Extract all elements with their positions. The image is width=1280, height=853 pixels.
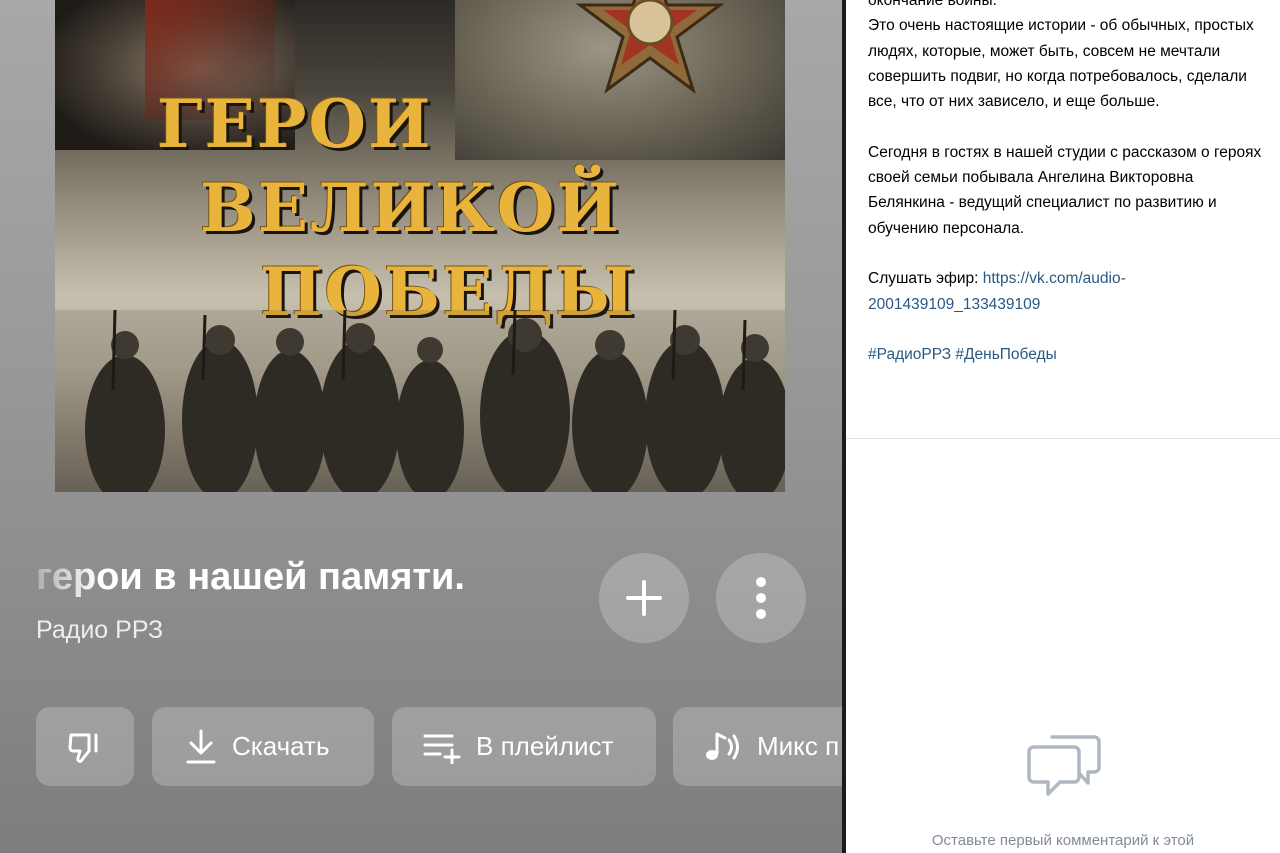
post-text: окончание войны. Это очень настоящие ист…: [868, 0, 1268, 367]
playlist-label: В плейлист: [476, 731, 614, 761]
add-to-library-button[interactable]: [599, 553, 689, 643]
more-vertical-icon: [756, 577, 766, 619]
cover-title-line: ГЕРОИ: [157, 85, 433, 163]
mix-button[interactable]: Микс п: [673, 707, 842, 786]
audio-player-panel: ГЕРОИ ВЕЛИКОЙ ПОБЕДЫ герои в нашей памят…: [0, 0, 842, 853]
track-title: герои в нашей памяти.: [36, 556, 465, 598]
hashtag-link[interactable]: #РадиоРРЗ: [868, 346, 951, 363]
more-options-button[interactable]: [716, 553, 806, 643]
post-text-line: окончание войны.: [868, 0, 997, 9]
post-panel: окончание войны. Это очень настоящие ист…: [846, 0, 1280, 853]
download-icon: [184, 728, 218, 766]
download-label: Скачать: [232, 731, 330, 761]
listen-label: Слушать эфир:: [868, 270, 979, 288]
thumb-down-icon: [65, 727, 105, 767]
post-paragraph: Это очень настоящие истории - об обычных…: [868, 17, 1254, 111]
post-paragraph: Сегодня в гостях в нашей студии с расска…: [868, 143, 1262, 237]
empty-comments-note: Оставьте первый комментарий к этой: [931, 832, 1195, 849]
post-separator: [846, 438, 1280, 439]
mix-label: Микс п: [757, 731, 840, 761]
download-button[interactable]: Скачать: [152, 707, 374, 786]
post-listen-line: Слушать эфир: https://vk.com/audio-20014…: [868, 266, 1268, 317]
playlist-add-icon: [422, 730, 462, 764]
plus-icon: [626, 580, 662, 616]
cover-soldiers-illustration: [55, 310, 785, 492]
hashtag-link[interactable]: #ДеньПобеды: [955, 346, 1056, 363]
track-artist[interactable]: Радио РРЗ: [36, 616, 163, 645]
add-to-playlist-button[interactable]: В плейлист: [392, 707, 656, 786]
album-cover: ГЕРОИ ВЕЛИКОЙ ПОБЕДЫ: [55, 0, 785, 492]
cover-title-line: ВЕЛИКОЙ: [200, 169, 621, 247]
dislike-button[interactable]: [36, 707, 134, 786]
comment-icon: [1026, 727, 1102, 801]
cover-title: ГЕРОИ ВЕЛИКОЙ ПОБЕДЫ: [145, 82, 785, 334]
post-hashtags: #РадиоРРЗ #ДеньПобеды: [868, 342, 1268, 367]
track-actions-bar: Скачать В плейлист Микс п: [36, 707, 842, 786]
music-mix-icon: [703, 730, 743, 764]
